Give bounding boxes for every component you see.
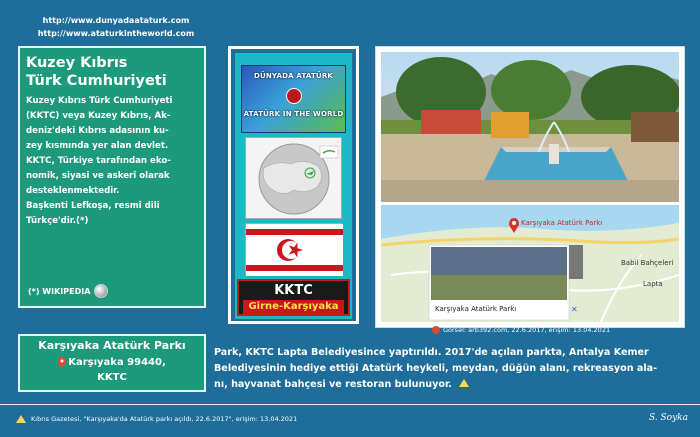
globe-icon (258, 143, 339, 215)
country-description-line: zey kısmında yer alan devlet. (26, 141, 169, 151)
country-description-line: Türkçe'dir.(*) (26, 216, 89, 226)
description-last-line: nı, hayvanat bahçesi ve restoran bulunuy… (214, 377, 684, 393)
signature: S. Soyka (648, 413, 688, 423)
map-card-close-icon[interactable]: ✕ (571, 305, 578, 314)
cyprus-globe-map (245, 137, 342, 219)
logo-bottom-text: ATATÜRK IN THE WORLD (243, 110, 344, 118)
footer-source: Kıbrıs Gazetesi, "Karşıyaka'da Atatürk p… (16, 415, 297, 423)
address-text: Karşıyaka 99440, (68, 357, 166, 368)
logo-top-text: DÜNYADA ATATÜRK (253, 72, 334, 80)
wikipedia-globe-icon (94, 284, 109, 298)
description-line: Park, KKTC Lapta Belediyesince yaptırıld… (214, 347, 649, 358)
header-urls: http://www.dunyadaataturk.com http://www… (26, 14, 206, 40)
center-column: DÜNYADA ATATÜRK ATATÜRK IN THE WORLD KKT… (228, 46, 359, 324)
map-pin-label[interactable]: Karşıyaka Atatürk Parkı (521, 219, 602, 227)
ataturk-emblem-icon (286, 88, 302, 104)
map-place-label-lapta: Lapta (643, 280, 663, 288)
map-place-label-babil: Babil Bahçeleri (621, 259, 674, 267)
country-info-panel: Kuzey Kıbrıs Türk Cumhuriyeti Kuzey Kıbr… (18, 46, 206, 308)
city-location-label: Girne-Karşıyaka (243, 300, 344, 314)
address-country: KKTC (97, 372, 127, 383)
map-card-title[interactable]: Karşıyaka Atatürk Parkı (435, 305, 516, 313)
address-line: Karşıyaka 99440, (20, 357, 204, 368)
location-panel: Karşıyaka Atatürk Parkı Karşıyaka 99440,… (18, 334, 206, 392)
country-code-label: KKTC (274, 283, 313, 298)
info-icon (432, 326, 440, 334)
photo-credit: Görsel: arb392.com, 22.6.2017, erişim: 1… (432, 326, 610, 334)
country-title: Kuzey Kıbrıs Türk Cumhuriyeti (26, 54, 198, 90)
ataturk-world-logo: DÜNYADA ATATÜRK ATATÜRK IN THE WORLD (241, 65, 346, 133)
park-photo-frame: Karşıyaka Atatürk Parkı Babil Bahçeleri … (375, 46, 685, 328)
kktc-label-box: KKTC Girne-Karşıyaka (237, 279, 350, 316)
country-description-line: desteklenmektedir. (26, 186, 120, 196)
country-description-line: (KKTC) veya Kuzey Kıbrıs, Ak- (26, 111, 171, 121)
footer: Kıbrıs Gazetesi, "Karşıyaka'da Atatürk p… (0, 404, 700, 437)
warning-icon[interactable] (459, 379, 470, 387)
country-title-line-1: Kuzey Kıbrıs (26, 55, 128, 71)
description-line: nı, hayvanat bahçesi ve restoran bulunuy… (214, 379, 452, 390)
park-photo-image (381, 52, 679, 202)
website-url-en[interactable]: http://www.ataturkintheworld.com (26, 27, 206, 40)
park-map: Karşıyaka Atatürk Parkı Babil Bahçeleri … (381, 205, 679, 322)
country-description-line: KKTC, Türkiye tarafından eko- (26, 156, 171, 166)
park-description: Park, KKTC Lapta Belediyesince yaptırıld… (214, 345, 684, 393)
park-name: Karşıyaka Atatürk Parkı (38, 339, 186, 352)
map-pin-icon (58, 357, 67, 368)
website-url-tr[interactable]: http://www.dunyadaataturk.com (26, 14, 206, 27)
kktc-flag-icon (246, 224, 343, 276)
wikipedia-source-label: (*) WIKIPEDIA (28, 286, 91, 296)
country-title-line-2: Türk Cumhuriyeti (26, 73, 167, 89)
footer-source-text: Kıbrıs Gazetesi, "Karşıyaka'da Atatürk p… (31, 415, 298, 423)
country-description-line: deniz'deki Kıbrıs adasının ku- (26, 126, 169, 136)
description-line: Belediyesinin hediye ettiği Atatürk heyk… (214, 363, 658, 374)
photo-credit-text: Görsel: arb392.com, 22.6.2017, erişim: 1… (443, 326, 611, 334)
country-description-line: Başkenti Lefkoşa, resmî dili (26, 201, 160, 211)
country-description-line: Kuzey Kıbrıs Türk Cumhuriyeti (26, 96, 173, 106)
country-description: Kuzey Kıbrıs Türk Cumhuriyeti (KKTC) vey… (26, 94, 198, 229)
park-photo (381, 52, 679, 202)
country-description-line: nomik, siyasi ve askerî olarak (26, 171, 170, 181)
kktc-flag (245, 223, 343, 276)
center-column-inner: DÜNYADA ATATÜRK ATATÜRK IN THE WORLD KKT… (235, 53, 352, 319)
warning-icon (16, 415, 26, 423)
wikipedia-source[interactable]: (*) WIKIPEDIA (28, 284, 109, 298)
